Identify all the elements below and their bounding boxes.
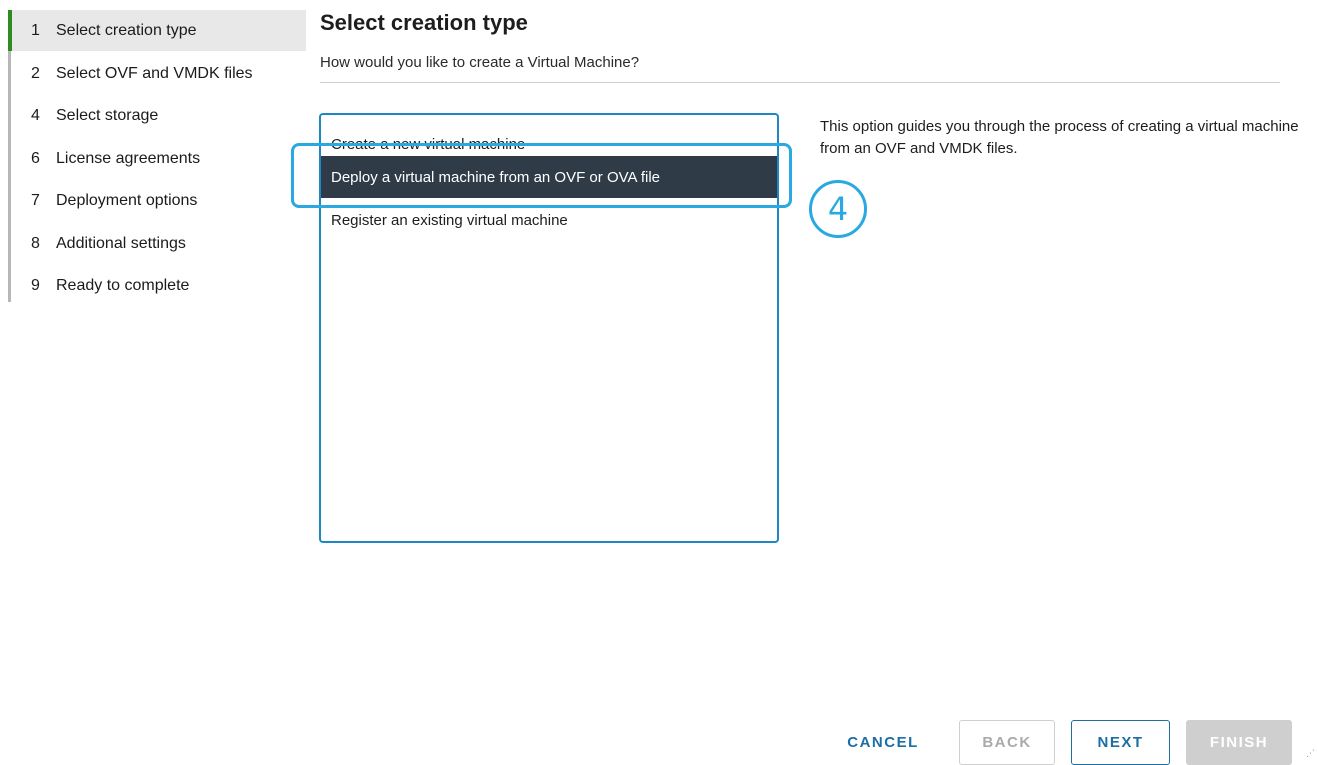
step-number: 7 bbox=[31, 191, 40, 209]
back-button[interactable]: BACK bbox=[959, 720, 1055, 765]
cancel-button[interactable]: CANCEL bbox=[822, 720, 944, 765]
option-deploy-from-ovf-ova[interactable]: Deploy a virtual machine from an OVF or … bbox=[321, 156, 777, 198]
header-divider bbox=[320, 82, 1280, 83]
next-button[interactable]: NEXT bbox=[1071, 720, 1170, 765]
step-label: Select storage bbox=[56, 106, 159, 124]
step-number: 9 bbox=[31, 276, 40, 294]
creation-type-list[interactable]: Create a new virtual machine Deploy a vi… bbox=[319, 113, 779, 543]
step-number: 6 bbox=[31, 149, 40, 167]
callout-number-badge: 4 bbox=[809, 180, 867, 238]
wizard-steps-sidebar: 1 Select creation type 2 Select OVF and … bbox=[8, 10, 309, 302]
step-additional-settings[interactable]: 8 Additional settings bbox=[11, 223, 306, 264]
page-subtitle: How would you like to create a Virtual M… bbox=[320, 54, 640, 71]
step-license-agreements[interactable]: 6 License agreements bbox=[11, 138, 306, 179]
step-number: 1 bbox=[31, 21, 40, 39]
step-number: 2 bbox=[31, 64, 40, 82]
create-vm-wizard: 1 Select creation type 2 Select OVF and … bbox=[0, 0, 1318, 765]
resize-grip-icon[interactable]: ⋰ bbox=[1306, 748, 1315, 759]
step-label: Deployment options bbox=[56, 191, 198, 209]
step-label: Select OVF and VMDK files bbox=[56, 64, 253, 82]
step-number: 8 bbox=[31, 234, 40, 252]
step-deployment-options[interactable]: 7 Deployment options bbox=[11, 180, 306, 221]
option-register-existing-vm[interactable]: Register an existing virtual machine bbox=[321, 199, 777, 241]
step-label: Additional settings bbox=[56, 234, 186, 252]
step-number: 4 bbox=[31, 106, 40, 124]
option-description: This option guides you through the proce… bbox=[820, 118, 1299, 157]
step-select-creation-type[interactable]: 1 Select creation type bbox=[8, 10, 306, 51]
step-label: License agreements bbox=[56, 149, 201, 167]
step-select-ovf-vmdk-files[interactable]: 2 Select OVF and VMDK files bbox=[11, 53, 306, 94]
step-label: Select creation type bbox=[56, 21, 197, 39]
step-label: Ready to complete bbox=[56, 276, 190, 294]
option-create-new-vm[interactable]: Create a new virtual machine bbox=[321, 115, 777, 157]
page-title: Select creation type bbox=[320, 10, 528, 35]
step-ready-to-complete[interactable]: 9 Ready to complete bbox=[11, 265, 306, 306]
step-select-storage[interactable]: 4 Select storage bbox=[11, 95, 306, 136]
finish-button[interactable]: FINISH bbox=[1186, 720, 1292, 765]
